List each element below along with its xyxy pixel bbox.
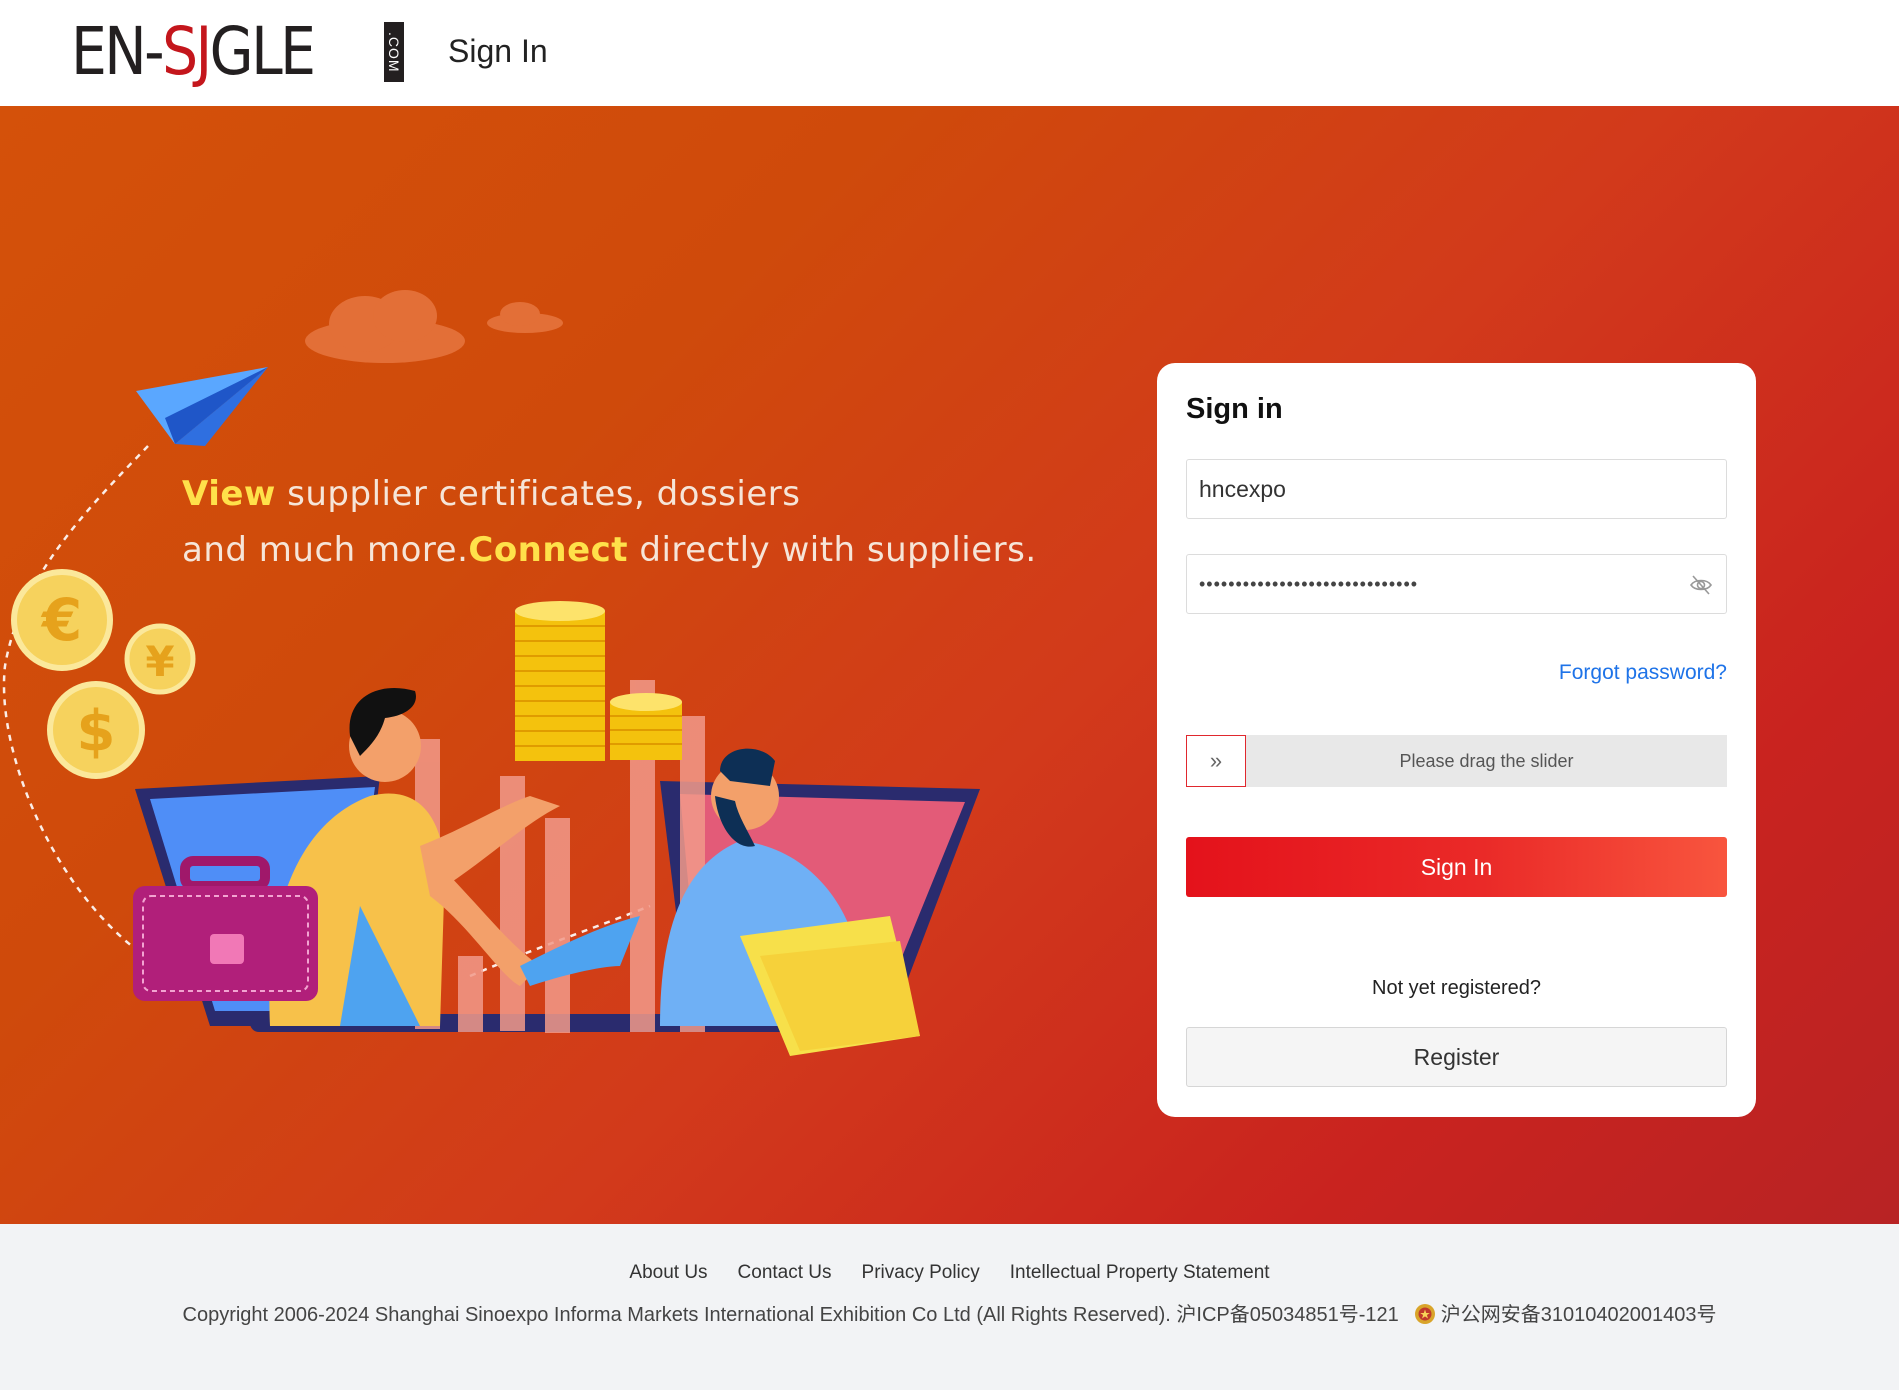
signin-title: Sign in [1186,393,1283,425]
forgot-password-link[interactable]: Forgot password? [1559,661,1727,685]
footer-link-about[interactable]: About Us [629,1262,707,1284]
svg-text:¥: ¥ [145,637,174,686]
site-header: EN-SJGLE .COM Sign In [0,0,1899,106]
paper-plane-icon [136,367,268,446]
captcha-slider[interactable]: » Please drag the slider [1186,735,1727,787]
logo-wordmark: EN-SJGLE [71,13,316,90]
hero-tagline: View supplier certificates, dossiers and… [182,466,1037,578]
hero-banner: € ¥ $ View supplier certificates, dossie… [0,106,1899,1224]
yen-coin-icon: ¥ [124,623,196,695]
copyright-line[interactable]: Copyright 2006-2024 Shanghai Sinoexpo In… [183,1304,1399,1326]
username-value: hncexpo [1199,475,1286,502]
slider-handle[interactable]: » [1186,735,1246,787]
site-footer: About Us Contact Us Privacy Policy Intel… [0,1224,1899,1390]
footer-link-privacy[interactable]: Privacy Policy [862,1262,980,1284]
svg-text:$: $ [77,699,116,764]
page-title: Sign In [448,33,548,69]
site-logo[interactable]: EN-SJGLE .COM [71,13,404,90]
not-registered-text: Not yet registered? [1372,977,1541,999]
password-field[interactable]: •••••••••••••••••••••••••••••• [1186,554,1727,614]
footer-link-contact[interactable]: Contact Us [738,1262,832,1284]
dollar-coin-icon: $ [47,681,145,779]
signin-button[interactable]: Sign In [1186,837,1727,897]
username-field[interactable]: hncexpo [1186,459,1727,519]
double-chevron-right-icon: » [1209,748,1223,773]
signin-card: Sign in hncexpo ••••••••••••••••••••••••… [1157,363,1756,1117]
svg-text:€: € [40,586,82,654]
hide-password-icon[interactable] [1688,572,1714,598]
hero-tagline-line2: and much more.Connect directly with supp… [182,530,1037,570]
hero-tagline-line1: View supplier certificates, dossiers [182,474,801,514]
police-record-link[interactable]: 沪公网安备31010402001403号 [1441,1304,1717,1326]
register-button[interactable]: Register [1186,1027,1727,1087]
business-handshake-illustration: € ¥ $ [2,290,980,1056]
copyright-text: Copyright 2006-2024 Shanghai Sinoexpo In… [0,1298,1899,1327]
slider-instruction: Please drag the slider [1399,751,1574,771]
euro-coin-icon: € [11,569,113,671]
police-badge-icon [1414,1304,1435,1324]
footer-link-ip-statement[interactable]: Intellectual Property Statement [1010,1262,1270,1284]
logo-com-tag: .COM [384,22,404,82]
password-value: •••••••••••••••••••••••••••••• [1199,573,1419,594]
footer-links: About Us Contact Us Privacy Policy Intel… [0,1262,1899,1284]
